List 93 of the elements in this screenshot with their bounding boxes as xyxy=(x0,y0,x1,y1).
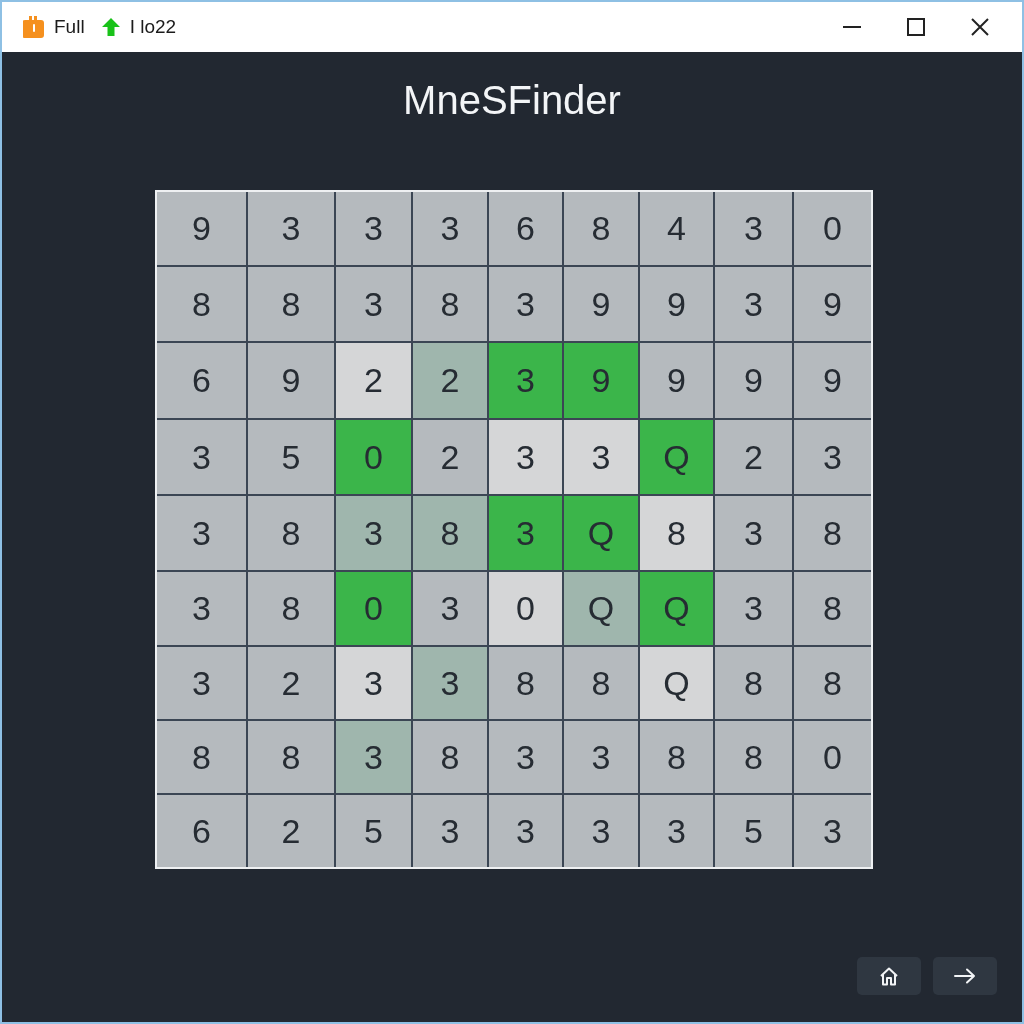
grid-cell[interactable]: 3 xyxy=(157,647,246,719)
grid-cell[interactable]: 4 xyxy=(640,192,713,265)
grid-cell[interactable]: 8 xyxy=(640,721,713,793)
grid-cell[interactable]: 3 xyxy=(715,572,792,645)
grid-cell[interactable]: 8 xyxy=(640,496,713,570)
grid-cell[interactable]: 8 xyxy=(413,496,487,570)
grid-cell[interactable]: 6 xyxy=(157,343,246,418)
arrow-button[interactable] xyxy=(933,957,997,995)
grid-cell[interactable]: 8 xyxy=(715,647,792,719)
grid-cell[interactable]: 2 xyxy=(413,343,487,418)
grid-cell[interactable]: 5 xyxy=(248,420,334,494)
grid-cell[interactable]: 3 xyxy=(564,721,638,793)
grid-cell[interactable]: 5 xyxy=(715,795,792,867)
grid-cell[interactable]: 0 xyxy=(336,572,411,645)
grid-cell[interactable]: 8 xyxy=(564,647,638,719)
maximize-icon xyxy=(907,18,925,36)
close-icon xyxy=(971,18,989,36)
grid-cell[interactable]: 8 xyxy=(413,721,487,793)
grid-cell[interactable]: Q xyxy=(640,572,713,645)
grid-cell[interactable]: 3 xyxy=(564,420,638,494)
grid-cell[interactable]: 2 xyxy=(413,420,487,494)
grid-cell[interactable]: 9 xyxy=(640,343,713,418)
grid-cell[interactable]: 2 xyxy=(248,647,334,719)
grid-cell[interactable]: 8 xyxy=(794,496,871,570)
grid-cell[interactable]: Q xyxy=(640,647,713,719)
grid-cell[interactable]: 0 xyxy=(794,721,871,793)
grid-cell[interactable]: 3 xyxy=(336,721,411,793)
grid-cell[interactable]: 6 xyxy=(157,795,246,867)
grid-cell[interactable]: 2 xyxy=(336,343,411,418)
arrow-right-icon xyxy=(954,968,976,984)
grid-cell[interactable]: 8 xyxy=(157,721,246,793)
grid-cell[interactable]: 9 xyxy=(640,267,713,341)
grid-cell[interactable]: 8 xyxy=(794,647,871,719)
grid-cell[interactable]: 9 xyxy=(794,343,871,418)
grid-cell[interactable]: 3 xyxy=(794,420,871,494)
title-label: Full xyxy=(54,16,85,38)
up-arrow-icon xyxy=(100,17,121,37)
grid-cell[interactable]: 3 xyxy=(715,192,792,265)
grid-cell[interactable]: 2 xyxy=(715,420,792,494)
grid-cell[interactable]: 3 xyxy=(489,795,562,867)
grid-cell[interactable]: 0 xyxy=(794,192,871,265)
grid-cell[interactable]: 0 xyxy=(336,420,411,494)
grid-cell[interactable]: 3 xyxy=(413,795,487,867)
grid-cell[interactable]: 3 xyxy=(157,572,246,645)
grid-cell[interactable]: 8 xyxy=(715,721,792,793)
grid-cell[interactable]: 8 xyxy=(248,572,334,645)
grid-cell[interactable]: 3 xyxy=(489,343,562,418)
grid-cell[interactable]: 3 xyxy=(489,496,562,570)
grid-cell[interactable]: 3 xyxy=(489,721,562,793)
grid-cell[interactable]: 3 xyxy=(794,795,871,867)
grid-cell[interactable]: 3 xyxy=(413,647,487,719)
grid-cell[interactable]: 9 xyxy=(715,343,792,418)
grid-cell[interactable]: 3 xyxy=(336,647,411,719)
grid-cell[interactable]: 3 xyxy=(413,192,487,265)
home-button[interactable] xyxy=(857,957,921,995)
grid-cell[interactable]: 3 xyxy=(336,267,411,341)
grid-cell[interactable]: 9 xyxy=(157,192,246,265)
grid-cell[interactable]: 3 xyxy=(489,420,562,494)
grid-cell[interactable]: 2 xyxy=(248,795,334,867)
grid-cell[interactable]: 3 xyxy=(564,795,638,867)
app-icon xyxy=(23,15,45,39)
grid-cell[interactable]: Q xyxy=(564,496,638,570)
grid-cell[interactable]: 3 xyxy=(489,267,562,341)
grid-cell[interactable]: 9 xyxy=(564,267,638,341)
grid-cell[interactable]: 3 xyxy=(157,496,246,570)
grid-cell[interactable]: 3 xyxy=(336,192,411,265)
grid-cell[interactable]: 0 xyxy=(489,572,562,645)
grid-cell[interactable]: 9 xyxy=(564,343,638,418)
grid-cell[interactable]: 6 xyxy=(489,192,562,265)
grid-cell[interactable]: 9 xyxy=(248,343,334,418)
grid-cell[interactable]: 3 xyxy=(715,496,792,570)
minimize-icon xyxy=(843,26,861,28)
grid-cell[interactable]: 8 xyxy=(489,647,562,719)
grid-cell[interactable]: 9 xyxy=(794,267,871,341)
grid-cell[interactable]: Q xyxy=(640,420,713,494)
grid-cell[interactable]: 8 xyxy=(248,267,334,341)
grid-cell[interactable]: Q xyxy=(564,572,638,645)
home-icon xyxy=(879,966,899,986)
grid-cell[interactable]: 8 xyxy=(157,267,246,341)
app-title: MneSFinder xyxy=(403,77,621,124)
grid-cell[interactable]: 8 xyxy=(564,192,638,265)
grid-cell[interactable]: 3 xyxy=(336,496,411,570)
grid-cell[interactable]: 5 xyxy=(336,795,411,867)
grid-cell[interactable]: 8 xyxy=(248,496,334,570)
grid-cell[interactable]: 3 xyxy=(248,192,334,265)
grid-cell[interactable]: 3 xyxy=(413,572,487,645)
grid-cell[interactable]: 3 xyxy=(157,420,246,494)
grid-cell[interactable]: 8 xyxy=(248,721,334,793)
grid-cell[interactable]: 8 xyxy=(794,572,871,645)
grid-cell[interactable]: 3 xyxy=(640,795,713,867)
grid-cell[interactable]: 3 xyxy=(715,267,792,341)
grid-cell[interactable]: 8 xyxy=(413,267,487,341)
title-label: I lo22 xyxy=(129,16,177,38)
